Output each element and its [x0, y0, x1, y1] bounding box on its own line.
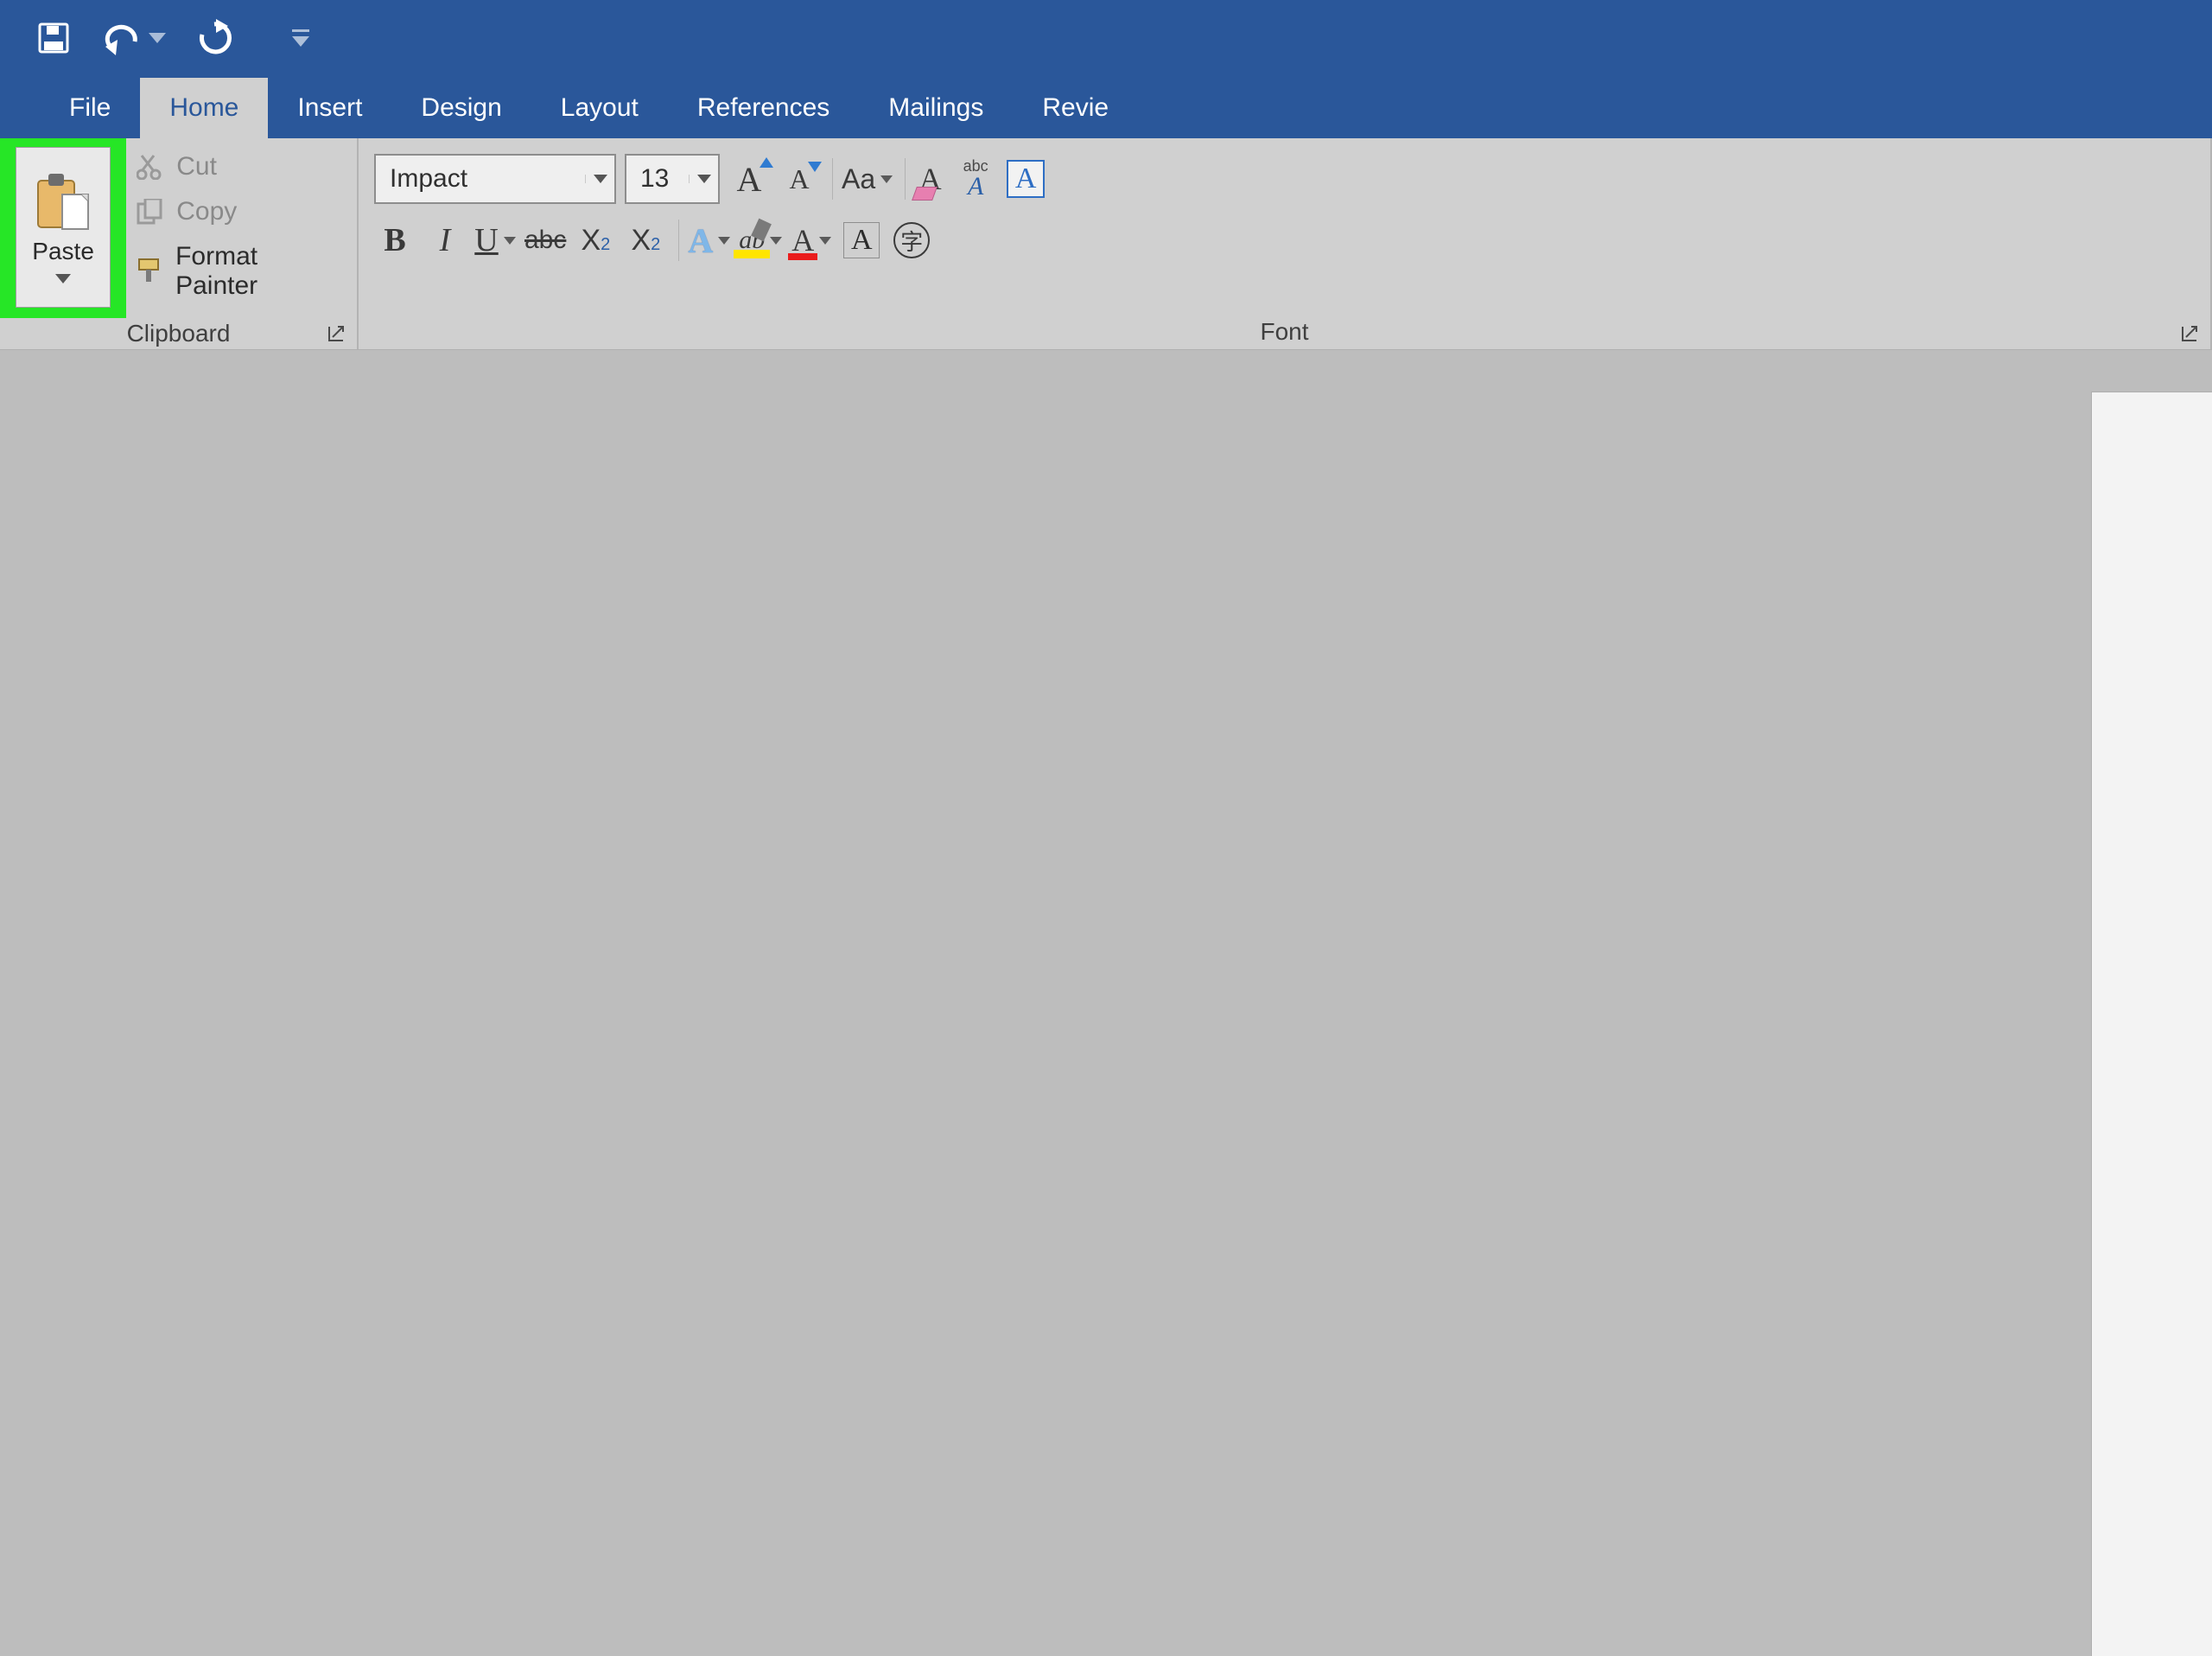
tab-mailings[interactable]: Mailings	[859, 78, 1013, 138]
format-painter-label: Format Painter	[175, 242, 341, 301]
character-border-icon: A	[1007, 160, 1045, 198]
text-effects-dropdown-icon[interactable]	[718, 237, 730, 245]
italic-icon: I	[440, 221, 451, 259]
save-icon[interactable]	[36, 21, 71, 55]
undo-icon[interactable]	[100, 21, 142, 55]
italic-button[interactable]: I	[424, 220, 466, 261]
bold-icon: B	[384, 221, 405, 259]
clipboard-actions: Cut Copy	[135, 138, 341, 301]
phonetic-guide-button[interactable]: abc A	[955, 158, 996, 200]
format-painter-button[interactable]: Format Painter	[135, 242, 341, 301]
ribbon: Paste Cut	[0, 138, 2212, 350]
tab-review[interactable]: Revie	[1013, 78, 1138, 138]
change-case-button[interactable]: Aa	[832, 158, 893, 200]
bold-button[interactable]: B	[374, 220, 416, 261]
clear-formatting-button[interactable]: A	[905, 158, 946, 200]
paste-label: Paste	[32, 238, 94, 265]
clipboard-dialog-launcher-icon[interactable]	[326, 323, 348, 346]
tab-references[interactable]: References	[668, 78, 859, 138]
text-effects-button[interactable]: A	[678, 220, 730, 261]
font-color-dropdown-icon[interactable]	[819, 237, 831, 245]
font-name-combo[interactable]: Impact	[374, 154, 616, 204]
highlight-button[interactable]: ab	[739, 220, 782, 261]
change-case-icon: Aa	[842, 163, 875, 195]
group-label-font: Font	[1260, 318, 1308, 346]
cut-icon	[135, 152, 164, 182]
highlight-dropdown-icon[interactable]	[770, 237, 782, 245]
cut-label: Cut	[176, 152, 217, 182]
subscript-button[interactable]: X2	[575, 220, 616, 261]
grow-font-icon: A	[737, 159, 762, 200]
font-size-value: 13	[626, 164, 689, 194]
redo-icon[interactable]	[195, 19, 233, 57]
phonetic-guide-icon: abc A	[963, 158, 988, 200]
highlight-icon: ab	[739, 226, 765, 255]
tab-design[interactable]: Design	[391, 78, 531, 138]
paste-dropdown-icon[interactable]	[55, 274, 71, 283]
undo-split-button[interactable]	[100, 21, 166, 55]
tab-layout[interactable]: Layout	[531, 78, 668, 138]
copy-label: Copy	[176, 197, 237, 226]
underline-icon: U	[474, 221, 498, 259]
enclose-characters-button[interactable]: 字	[891, 220, 932, 261]
copy-icon	[135, 197, 164, 226]
tab-file[interactable]: File	[40, 78, 140, 138]
cut-button[interactable]: Cut	[135, 152, 341, 182]
underline-button[interactable]: U	[474, 220, 516, 261]
paste-button[interactable]: Paste	[16, 147, 111, 308]
format-painter-icon	[135, 257, 163, 286]
subscript-icon: X2	[581, 224, 610, 258]
quick-access-toolbar	[0, 0, 2212, 76]
paste-highlight: Paste	[0, 138, 126, 318]
ribbon-tabs: File Home Insert Design Layout Reference…	[0, 76, 2212, 138]
text-effects-icon: A	[688, 220, 713, 261]
strikethrough-button[interactable]: abc	[524, 220, 566, 261]
superscript-icon: X2	[631, 224, 660, 258]
font-color-button[interactable]: A	[791, 220, 832, 261]
group-label-clipboard: Clipboard	[127, 320, 231, 347]
tab-home[interactable]: Home	[140, 78, 268, 138]
strikethrough-icon: abc	[524, 226, 566, 255]
customize-qat-icon[interactable]	[289, 29, 313, 47]
font-name-dropdown-icon[interactable]	[585, 175, 614, 183]
group-font: Impact 13 A A Aa A	[359, 138, 2212, 349]
group-clipboard: Paste Cut	[0, 138, 359, 349]
font-color-icon: A	[791, 222, 814, 258]
font-size-combo[interactable]: 13	[625, 154, 720, 204]
tab-insert[interactable]: Insert	[268, 78, 391, 138]
font-dialog-launcher-icon[interactable]	[2179, 323, 2202, 346]
grow-font-button[interactable]: A	[728, 158, 770, 200]
enclose-characters-icon: 字	[893, 222, 930, 258]
document-page[interactable]	[2091, 392, 2212, 1656]
undo-dropdown-icon[interactable]	[149, 33, 166, 43]
paste-icon	[33, 172, 93, 232]
superscript-button[interactable]: X2	[625, 220, 666, 261]
shrink-font-icon: A	[789, 163, 809, 195]
character-shading-icon: A	[843, 222, 880, 258]
character-shading-button[interactable]: A	[841, 220, 882, 261]
font-size-dropdown-icon[interactable]	[689, 175, 718, 183]
shrink-font-button[interactable]: A	[779, 158, 820, 200]
document-background	[0, 350, 2212, 1656]
underline-dropdown-icon[interactable]	[504, 237, 516, 245]
font-name-value: Impact	[376, 164, 585, 194]
character-border-button[interactable]: A	[1005, 158, 1046, 200]
clear-formatting-icon: A	[919, 161, 942, 197]
copy-button[interactable]: Copy	[135, 197, 341, 226]
change-case-dropdown-icon[interactable]	[880, 175, 893, 183]
